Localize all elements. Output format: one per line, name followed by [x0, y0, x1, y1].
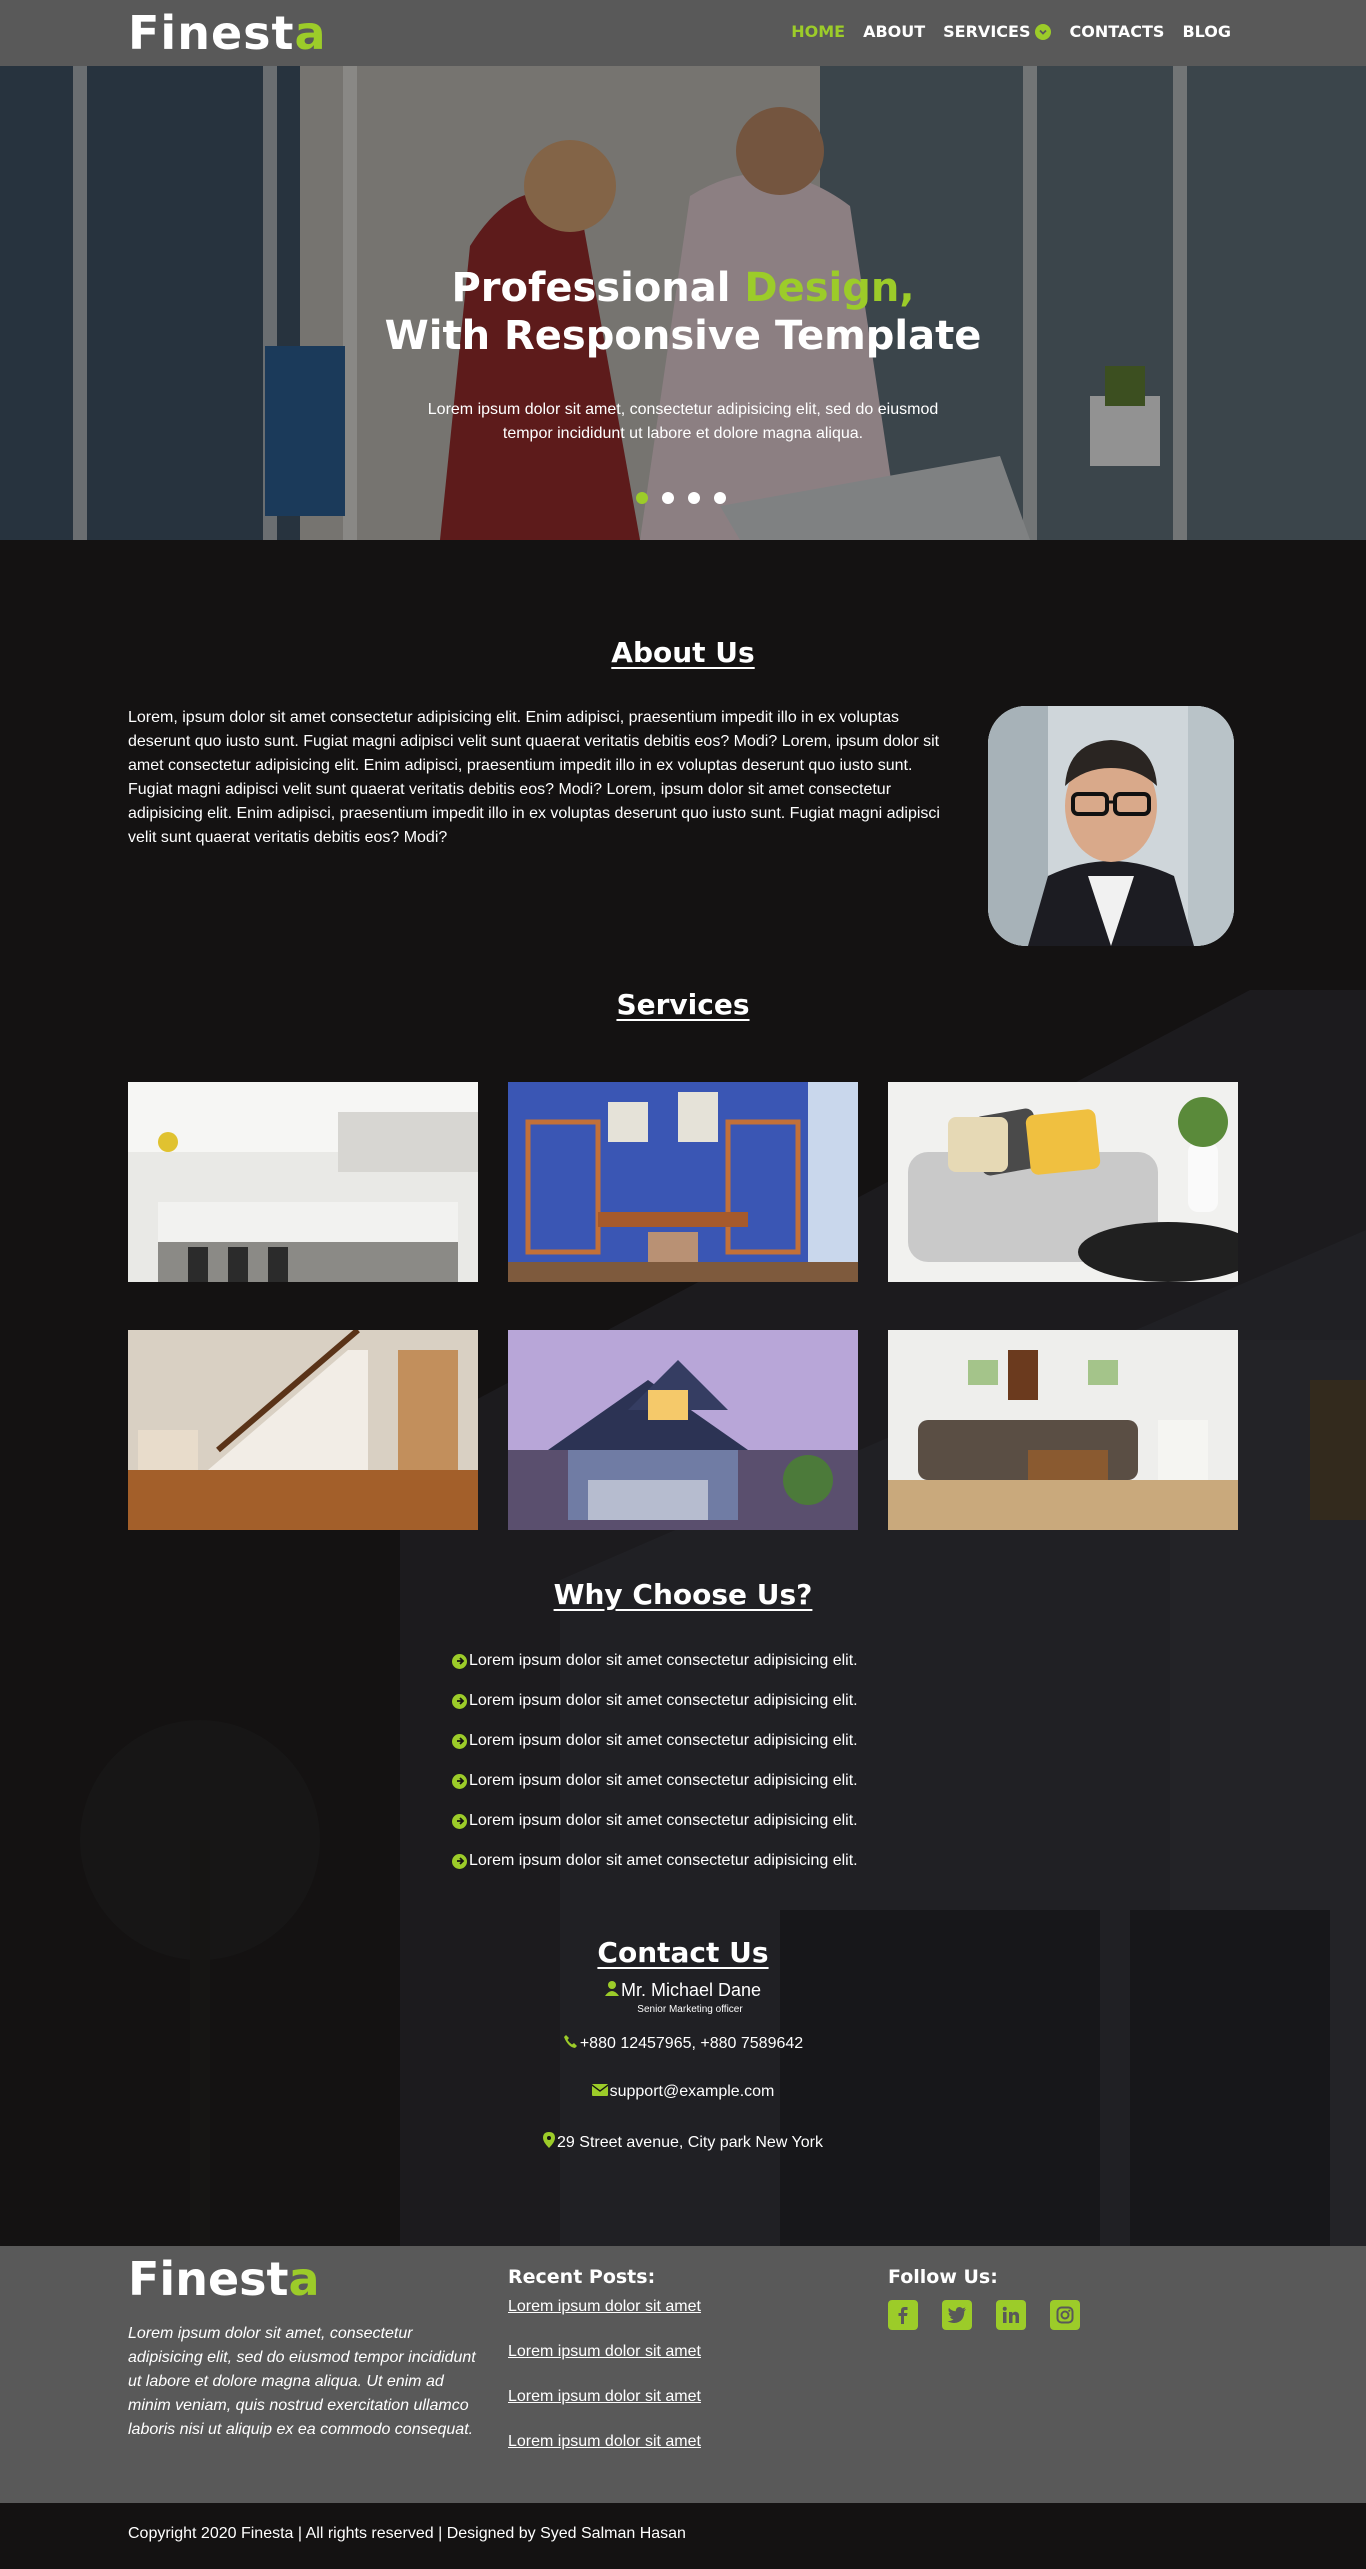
- why-item: Lorem ipsum dolor sit amet consectetur a…: [452, 1812, 858, 1830]
- service-image-kitchen[interactable]: [128, 1082, 478, 1282]
- user-icon: [604, 1980, 619, 2001]
- slider-dot[interactable]: [636, 492, 648, 504]
- contact-role: Senior Marketing officer: [637, 2004, 743, 2015]
- why-item: Lorem ipsum dolor sit amet consectetur a…: [452, 1692, 858, 1710]
- arrow-circle-icon: [452, 1693, 467, 1709]
- slider-dot[interactable]: [688, 492, 700, 504]
- hero-title-part1: Professional: [451, 265, 745, 311]
- linkedin-icon[interactable]: [996, 2300, 1026, 2330]
- footer-brand-logo[interactable]: Finesta: [128, 2252, 320, 2306]
- service-image-living-room[interactable]: [888, 1330, 1238, 1530]
- service-image-house[interactable]: [508, 1330, 858, 1530]
- contact-address-row: 29 Street avenue, City park New York: [0, 2132, 1366, 2153]
- main-content: About Us Lorem, ipsum dolor sit amet con…: [0, 540, 1366, 2246]
- why-item: Lorem ipsum dolor sit amet consectetur a…: [452, 1732, 858, 1750]
- instagram-icon[interactable]: [1050, 2300, 1080, 2330]
- contact-email-row: support@example.com: [0, 2083, 1366, 2101]
- nav-contacts[interactable]: CONTACTS: [1069, 22, 1164, 41]
- map-pin-icon: [543, 2132, 556, 2153]
- why-item-text: Lorem ipsum dolor sit amet consectetur a…: [469, 1772, 858, 1789]
- why-title: Why Choose Us?: [553, 1578, 813, 1611]
- follow-us-title: Follow Us:: [888, 2266, 998, 2288]
- why-item-text: Lorem ipsum dolor sit amet consectetur a…: [469, 1852, 858, 1869]
- contact-title: Contact Us: [597, 1936, 769, 1969]
- twitter-icon[interactable]: [942, 2300, 972, 2330]
- phone-icon: [563, 2034, 578, 2054]
- why-item-text: Lorem ipsum dolor sit amet consectetur a…: [469, 1652, 858, 1669]
- social-links: [888, 2300, 1080, 2330]
- recent-posts-title: Recent Posts:: [508, 2266, 656, 2288]
- arrow-circle-icon: [452, 1733, 467, 1749]
- navbar: Finesta HOME ABOUT SERVICES CONTACTS BLO…: [0, 0, 1366, 66]
- service-image-office[interactable]: [508, 1082, 858, 1282]
- why-item-text: Lorem ipsum dolor sit amet consectetur a…: [469, 1812, 858, 1829]
- contact-role-row: Senior Marketing officer: [0, 2004, 1366, 2015]
- contact-address: 29 Street avenue, City park New York: [557, 2133, 823, 2151]
- footer: Finesta Lorem ipsum dolor sit amet, cons…: [0, 2246, 1366, 2503]
- arrow-circle-icon: [452, 1853, 467, 1869]
- why-item-text: Lorem ipsum dolor sit amet consectetur a…: [469, 1692, 858, 1709]
- footer-brand-part1: Finest: [128, 2252, 289, 2306]
- copyright-text: Copyright 2020 Finesta | All rights rese…: [128, 2525, 686, 2542]
- brand-logo[interactable]: Finesta: [128, 6, 327, 60]
- footer-brand-part2: a: [288, 2252, 320, 2306]
- why-item: Lorem ipsum dolor sit amet consectetur a…: [452, 1852, 858, 1870]
- nav-services-label: SERVICES: [943, 22, 1031, 41]
- slider-dot[interactable]: [714, 492, 726, 504]
- brand-logo-part1: Finest: [128, 6, 295, 60]
- slider-dots: [636, 492, 726, 504]
- hero-title-accent: Design,: [744, 265, 915, 311]
- hero-title: Professional Design, With Responsive Tem…: [0, 264, 1366, 360]
- about-text: Lorem, ipsum dolor sit amet consectetur …: [128, 709, 940, 846]
- service-image-sofa[interactable]: [888, 1082, 1238, 1282]
- arrow-circle-icon: [452, 1653, 467, 1669]
- hero-subtitle: Lorem ipsum dolor sit amet, consectetur …: [427, 401, 939, 442]
- contact-person: Mr. Michael Dane: [0, 1980, 1366, 2001]
- facebook-icon[interactable]: [888, 2300, 918, 2330]
- contact-phone[interactable]: +880 12457965, +880 7589642: [580, 2035, 803, 2053]
- why-item: Lorem ipsum dolor sit amet consectetur a…: [452, 1652, 858, 1670]
- why-item-text: Lorem ipsum dolor sit amet consectetur a…: [469, 1732, 858, 1749]
- service-image-staircase[interactable]: [128, 1330, 478, 1530]
- arrow-circle-icon: [452, 1773, 467, 1789]
- services-title: Services: [616, 988, 750, 1021]
- copyright-bar: Copyright 2020 Finesta | All rights rese…: [0, 2503, 1366, 2569]
- recent-post-link[interactable]: Lorem ipsum dolor sit amet: [508, 2343, 701, 2361]
- nav-blog[interactable]: BLOG: [1182, 22, 1231, 41]
- why-item: Lorem ipsum dolor sit amet consectetur a…: [452, 1772, 858, 1790]
- hero-title-line2: With Responsive Template: [384, 313, 982, 359]
- chevron-down-icon: [1035, 23, 1052, 40]
- recent-post-link[interactable]: Lorem ipsum dolor sit amet: [508, 2298, 701, 2316]
- nav-services[interactable]: SERVICES: [943, 22, 1052, 41]
- hero-text: Professional Design, With Responsive Tem…: [0, 264, 1366, 446]
- nav-links: HOME ABOUT SERVICES CONTACTS BLOG: [791, 22, 1231, 41]
- contact-name: Mr. Michael Dane: [620, 1980, 762, 2000]
- arrow-circle-icon: [452, 1813, 467, 1829]
- recent-post-link[interactable]: Lorem ipsum dolor sit amet: [508, 2433, 701, 2451]
- contact-phone-row: +880 12457965, +880 7589642: [0, 2034, 1366, 2054]
- footer-about-text: Lorem ipsum dolor sit amet, consectetur …: [128, 2325, 476, 2438]
- about-photo: [988, 706, 1234, 946]
- nav-home[interactable]: HOME: [791, 22, 845, 41]
- about-title: About Us: [611, 636, 755, 669]
- nav-about[interactable]: ABOUT: [863, 22, 925, 41]
- recent-post-link[interactable]: Lorem ipsum dolor sit amet: [508, 2388, 701, 2406]
- envelope-icon: [591, 2083, 608, 2101]
- slider-dot[interactable]: [662, 492, 674, 504]
- contact-email[interactable]: support@example.com: [610, 2083, 775, 2101]
- hero-slider: Professional Design, With Responsive Tem…: [0, 66, 1366, 540]
- brand-logo-part2: a: [294, 6, 327, 60]
